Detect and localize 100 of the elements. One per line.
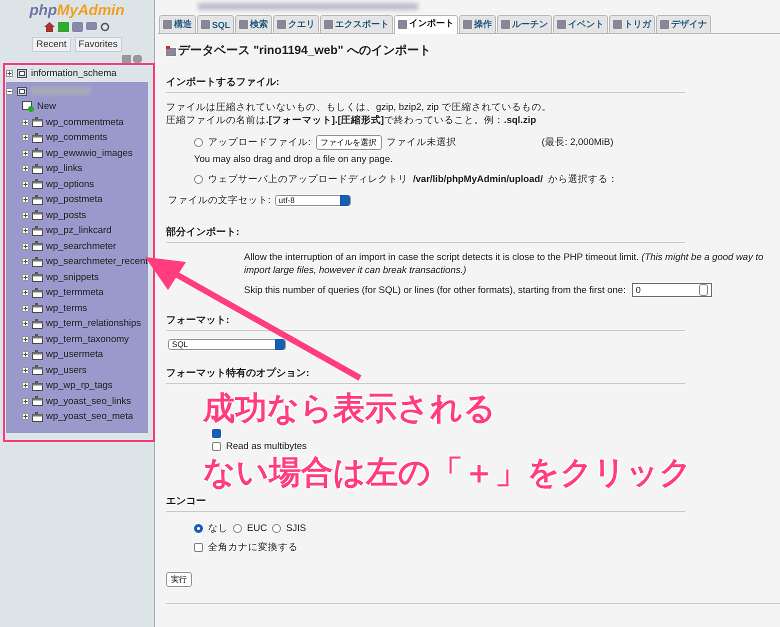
table-name[interactable]: wp_searchmeter bbox=[46, 240, 116, 252]
expand-toggle[interactable] bbox=[22, 351, 29, 358]
expand-toggle[interactable] bbox=[22, 413, 29, 420]
expand-toggle[interactable] bbox=[22, 304, 29, 312]
option-label: ウェブサーバ上のアップロードディレクトリ bbox=[208, 173, 408, 186]
tab[interactable]: イベント bbox=[553, 15, 608, 33]
new-table-link[interactable]: New bbox=[37, 101, 56, 112]
annotation-text: ない場合は左の「＋」をクリック bbox=[203, 454, 692, 490]
table-icon bbox=[32, 132, 43, 143]
hint-text: You may also drag and drop a file on any page. bbox=[194, 154, 394, 165]
reload-icon[interactable] bbox=[100, 22, 110, 32]
radio-button[interactable] bbox=[272, 524, 282, 533]
table-name[interactable]: wp_searchmeter_recent bbox=[46, 256, 148, 268]
table-name[interactable]: wp_term_taxonomy bbox=[46, 334, 129, 345]
radio-button[interactable] bbox=[233, 524, 242, 533]
tab[interactable]: 構造 bbox=[159, 15, 196, 33]
database-name[interactable]: information_schema bbox=[31, 68, 117, 80]
section-heading: フォーマット特有のオプション: bbox=[166, 366, 685, 384]
expand-toggle[interactable] bbox=[22, 242, 29, 250]
square-icon bbox=[557, 20, 566, 29]
expand-toggle[interactable] bbox=[6, 70, 13, 78]
expand-toggle[interactable] bbox=[22, 274, 29, 281]
section-heading: エンコー bbox=[166, 494, 685, 512]
expand-toggle[interactable] bbox=[22, 165, 29, 172]
spinner-icon bbox=[698, 284, 708, 296]
tab[interactable]: インポート bbox=[394, 15, 458, 34]
section-heading: フォーマット: bbox=[166, 313, 685, 331]
table-name[interactable]: wp_usermeta bbox=[46, 349, 104, 360]
nav-button[interactable]: Favorites bbox=[74, 37, 122, 52]
table-icon bbox=[32, 350, 43, 360]
page-title: データベース "rino1194_web" へのインポート bbox=[178, 42, 431, 59]
table-name[interactable]: wp_termmeta bbox=[46, 287, 104, 298]
table-icon bbox=[32, 194, 43, 205]
format-select[interactable]: SQL bbox=[168, 339, 286, 350]
expand-toggle[interactable] bbox=[22, 382, 29, 390]
logo[interactable]: phpMyAdmin bbox=[0, 2, 154, 19]
table-icon bbox=[32, 164, 43, 174]
table-name[interactable]: wp_terms bbox=[46, 302, 88, 314]
expand-toggle[interactable] bbox=[22, 180, 29, 188]
expand-toggle[interactable] bbox=[22, 398, 29, 405]
square-icon bbox=[501, 20, 510, 29]
expand-toggle[interactable] bbox=[22, 227, 29, 234]
table-icon bbox=[32, 396, 43, 406]
choose-file-button[interactable]: ファイルを選択 bbox=[316, 135, 382, 150]
table-icon bbox=[32, 117, 43, 128]
table-name[interactable]: wp_users bbox=[46, 364, 87, 376]
expand-toggle[interactable] bbox=[22, 289, 29, 296]
table-name[interactable]: wp_wp_rp_tags bbox=[46, 380, 113, 392]
table-name[interactable]: wp_comments bbox=[46, 132, 108, 144]
tab[interactable]: ルーチン bbox=[497, 15, 552, 33]
expand-toggle[interactable] bbox=[22, 150, 29, 157]
radio-button[interactable] bbox=[194, 524, 203, 533]
note-text: ファイルは圧縮されていないもの、もしくは、gzip, bzip2, zip で圧縮されているもの。 bbox=[166, 101, 552, 114]
table-name[interactable]: wp_yoast_seo_meta bbox=[46, 411, 134, 422]
collapse-toggle[interactable] bbox=[6, 88, 13, 95]
option-text: Allow the interruption of an import in case the script detects it is close to the PHP timeout limit. (This might be a good way to import large files, however it can break transactions.) bbox=[244, 251, 764, 277]
expand-toggle[interactable] bbox=[22, 336, 29, 343]
table-name[interactable]: wp_term_relationships bbox=[46, 318, 142, 330]
checkbox[interactable] bbox=[194, 543, 203, 552]
submit-button[interactable]: 実行 bbox=[166, 572, 192, 587]
table-name[interactable]: wp_ewwwio_images bbox=[46, 148, 133, 159]
charset-select[interactable]: utf-8 bbox=[274, 195, 351, 206]
table-name[interactable]: wp_snippets bbox=[46, 272, 99, 283]
checkbox[interactable] bbox=[212, 429, 221, 438]
tab[interactable]: デザイナ bbox=[656, 15, 712, 33]
checkbox[interactable] bbox=[212, 442, 221, 451]
expand-toggle[interactable] bbox=[22, 134, 29, 142]
expand-toggle[interactable] bbox=[22, 212, 29, 219]
nav-button[interactable]: Recent bbox=[32, 37, 71, 52]
table-name[interactable]: wp_commentmeta bbox=[46, 116, 124, 128]
radio-button[interactable] bbox=[194, 175, 203, 184]
note-text: 圧縮ファイルの名前は.[フォーマット].[圧縮形式]で終わっていること。例：.sql.zip bbox=[166, 114, 538, 127]
tab[interactable]: エクスポート bbox=[320, 15, 394, 33]
table-name[interactable]: wp_pz_linkcard bbox=[46, 225, 112, 236]
square-icon bbox=[277, 20, 286, 29]
table-name[interactable]: wp_postmeta bbox=[46, 194, 103, 206]
file-status: ファイル未選択 bbox=[386, 136, 457, 149]
radio-label: SJIS bbox=[286, 523, 306, 534]
expand-toggle[interactable] bbox=[22, 196, 29, 204]
expand-toggle[interactable] bbox=[22, 118, 29, 126]
size-limit: (最長: 2,000MiB) bbox=[542, 136, 614, 149]
expand-toggle[interactable] bbox=[22, 320, 29, 328]
table-name[interactable]: wp_links bbox=[46, 163, 82, 174]
expand-toggle[interactable] bbox=[22, 258, 29, 266]
number-field[interactable]: 0 bbox=[632, 283, 712, 297]
tab[interactable]: 操作 bbox=[459, 15, 496, 33]
tab[interactable]: 検索 bbox=[235, 15, 272, 33]
table-name[interactable]: wp_yoast_seo_links bbox=[46, 396, 132, 407]
expand-toggle[interactable] bbox=[22, 366, 29, 374]
radio-label: なし bbox=[208, 522, 228, 535]
tab[interactable]: SQL bbox=[197, 15, 234, 33]
table-name[interactable]: wp_posts bbox=[46, 210, 86, 221]
home-icon[interactable] bbox=[44, 22, 55, 32]
section-heading: インポートするファイル: bbox=[166, 75, 685, 93]
table-name[interactable]: wp_options bbox=[46, 178, 94, 190]
option-suffix: から選択する： bbox=[548, 173, 618, 186]
caret-icon bbox=[340, 195, 350, 206]
tab[interactable]: トリガ bbox=[609, 15, 656, 33]
tab[interactable]: クエリ bbox=[273, 15, 320, 33]
radio-button[interactable] bbox=[194, 138, 203, 147]
